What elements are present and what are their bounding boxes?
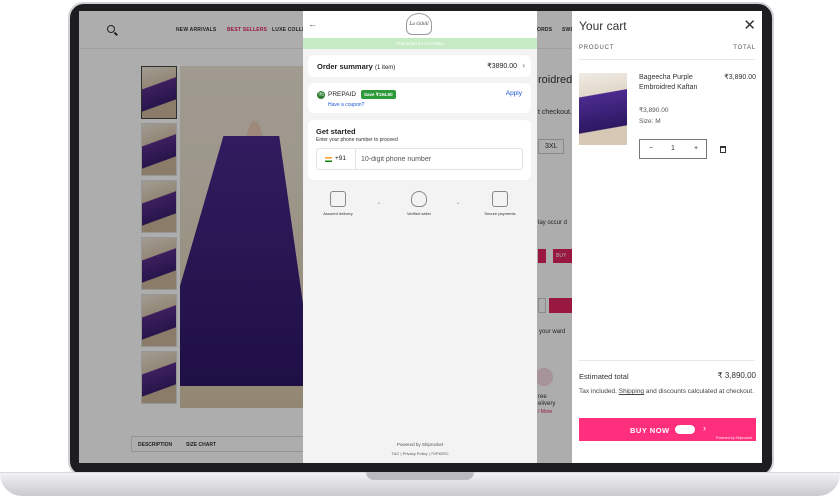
trust-secure-payments: Secure payments [465, 191, 535, 216]
column-product: PRODUCT [579, 45, 615, 51]
decrease-button[interactable]: − [649, 145, 653, 152]
phone-number-input[interactable] [361, 150, 519, 168]
trust-assured-delivery: Assured delivery [303, 191, 373, 216]
offer-icon: % [317, 91, 325, 99]
cart-item-unit-price: ₹3,890.00 [639, 107, 669, 114]
country-code[interactable]: +91 [335, 155, 346, 162]
cart-item-image[interactable] [579, 73, 627, 145]
get-started-title: Get started [316, 127, 356, 136]
divider [355, 149, 356, 169]
chevron-right-icon: › [703, 423, 706, 433]
payment-methods-icon [675, 425, 695, 434]
tax-note: Tax included. Shipping and discounts cal… [579, 388, 754, 395]
shipping-link[interactable]: Shipping [619, 388, 644, 395]
column-total: TOTAL [733, 45, 756, 51]
promo-banner: Preloaded for LA GIBILI [303, 38, 537, 49]
order-summary-card[interactable]: Order summary (1 item) ₹3890.00 › [308, 55, 531, 77]
chevron-right-icon: › [522, 61, 525, 70]
logo-text: La Gibili [409, 22, 429, 27]
powered-by: Powered by Shiprocket [396, 442, 444, 447]
trust-label: Secure payments [484, 211, 516, 216]
buy-now-button[interactable]: BUY NOW › Powered by Shiprocket [579, 418, 756, 441]
trust-verified-seller: Verified seller [384, 191, 454, 216]
cart-title: Your cart [579, 19, 627, 33]
shield-check-icon [411, 191, 427, 207]
quantity-value[interactable]: 1 [671, 145, 675, 152]
order-summary-title: Order summary (1 item) [317, 62, 396, 71]
trash-icon[interactable] [720, 146, 726, 153]
close-icon[interactable]: ✕ [743, 16, 756, 34]
cart-item-total: ₹3,890.00 [724, 74, 756, 81]
get-started-card: Get started Enter your phone number to p… [308, 120, 531, 180]
estimated-total-label: Estimated total [579, 372, 629, 381]
separator-dot: • [378, 201, 380, 207]
order-item-count: (1 item) [374, 65, 396, 71]
get-started-subtitle: Enter your phone number to proceed [316, 137, 398, 143]
buy-powered-by: Powered by Shiprocket [716, 436, 752, 440]
footer-links[interactable]: T&C | Privacy Policy | 7OPt2lSC [303, 451, 537, 456]
estimated-total-value: ₹ 3,890.00 [717, 371, 756, 380]
trust-label: Assured delivery [323, 211, 353, 216]
prepaid-label: PREPAID [328, 91, 357, 98]
cart-drawer: Your cart ✕ PRODUCT TOTAL Bageecha Purpl… [572, 11, 762, 463]
screen: NEW ARRIVALS BEST SELLERS LUXE COLLE ORD… [79, 11, 762, 463]
quantity-stepper: − 1 + [639, 139, 707, 159]
apply-button[interactable]: Apply [506, 90, 522, 97]
checkout-panel: ← La Gibili Preloaded for LA GIBILI Orde… [303, 11, 537, 463]
buy-now-label: BUY NOW [630, 426, 670, 435]
phone-field: +91 [316, 148, 523, 170]
brand-logo: La Gibili [406, 13, 432, 35]
separator-dot: • [457, 201, 459, 207]
cart-item-name[interactable]: Bageecha Purple Embroidred Kaftan [639, 73, 701, 93]
back-arrow-icon[interactable]: ← [308, 19, 317, 29]
have-coupon-link[interactable]: Have a coupon? [328, 102, 364, 108]
laptop-mockup: NEW ARRIVALS BEST SELLERS LUXE COLLE ORD… [0, 0, 840, 498]
cart-item-size: Size: M [639, 118, 661, 125]
card-lock-icon [492, 191, 508, 207]
delivery-truck-icon [330, 191, 346, 207]
save-badge: Save ₹194.50 [361, 90, 396, 99]
trust-label: Verified seller [406, 211, 431, 216]
divider [579, 59, 755, 60]
increase-button[interactable]: + [694, 145, 698, 152]
india-flag-icon [325, 157, 332, 162]
order-total: ₹3890.00 [487, 63, 517, 70]
prepaid-offer-card: % PREPAID Save ₹194.50 Apply Have a coup… [308, 83, 531, 113]
divider [579, 360, 755, 361]
laptop-notch [366, 472, 474, 480]
checkout-header: ← La Gibili [303, 11, 537, 38]
